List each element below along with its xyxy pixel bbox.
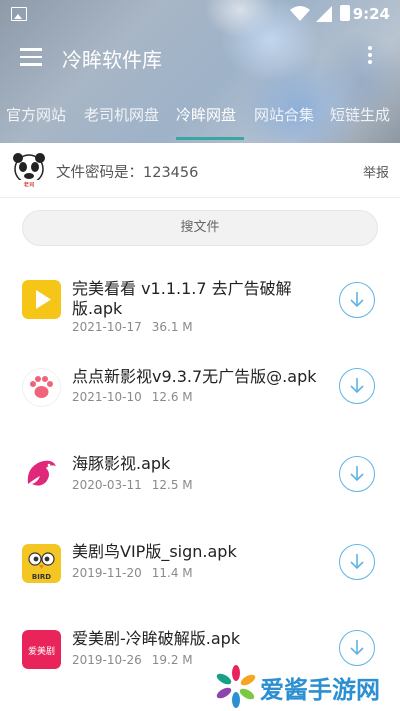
download-button[interactable] (339, 544, 375, 580)
download-arrow-icon (350, 554, 364, 570)
image-notification-icon (11, 7, 27, 21)
file-size: 11.4 M (151, 566, 193, 580)
file-name: 海豚影视.apk (72, 454, 171, 473)
wifi-icon (290, 6, 310, 21)
file-name: 爱美剧-冷眸破解版.apk (72, 629, 241, 648)
active-tab-indicator (176, 137, 244, 140)
file-date: 2019-11-20 (72, 566, 142, 580)
download-arrow-icon (350, 292, 364, 308)
file-meta: 2020-03-11 12.5 M (72, 478, 203, 492)
status-bar: 9:24 (0, 0, 400, 28)
file-name: 美剧鸟VIP版_sign.apk (72, 542, 237, 561)
file-item[interactable]: 完美看看 v1.1.1.7 去广告破解版.apk 2021-10-17 36.1 … (0, 266, 400, 352)
file-item[interactable]: 点点新影视v9.3.7无广告版@.apk 2021-10-10 12.6 M (0, 352, 400, 438)
signal-icon (316, 6, 332, 22)
file-meta: 2019-11-20 11.4 M (72, 566, 203, 580)
tab-short-link[interactable]: 短链生成 (330, 104, 390, 125)
battery-icon (340, 5, 350, 21)
paw-icon (22, 368, 61, 407)
download-arrow-icon (350, 640, 364, 656)
download-arrow-icon (350, 466, 364, 482)
bird-icon: BIRD (22, 544, 61, 583)
svg-text:老司: 老司 (23, 181, 34, 189)
tab-lengmou-netdisk[interactable]: 冷眸网盘 (176, 104, 236, 125)
file-item[interactable]: BIRD 美剧鸟VIP版_sign.apk 2019-11-20 11.4 M (0, 524, 400, 610)
file-name: 完美看看 v1.1.1.7 去广告破解版.apk (72, 279, 292, 318)
app-title: 冷眸软件库 (62, 48, 162, 72)
download-button[interactable] (339, 368, 375, 404)
flower-logo-icon (216, 665, 256, 708)
panda-avatar: 老司 (13, 153, 45, 189)
site-watermark: 爱酱手游网 (210, 660, 400, 711)
file-size: 12.5 M (151, 478, 193, 492)
file-size: 36.1 M (151, 320, 193, 334)
tab-site-collection[interactable]: 网站合集 (254, 104, 314, 125)
toolbar: 冷眸软件库 (0, 30, 400, 86)
file-size: 12.6 M (151, 390, 193, 404)
header-banner: 9:24 冷眸软件库 官方网站 老司机网盘 冷眸网盘 网站合集 短链生成 (0, 0, 400, 143)
aimeiju-icon: 爱美剧 (22, 630, 61, 669)
password-bar: 老司 文件密码是：123456 举报 (0, 143, 400, 198)
file-meta: 2019-10-26 19.2 M (72, 653, 203, 667)
download-button[interactable] (339, 282, 375, 318)
watermark-text: 爱酱手游网 (260, 676, 380, 704)
dolphin-icon (27, 460, 56, 486)
file-item[interactable]: 海豚影视.apk 2020-03-11 12.5 M (0, 438, 400, 524)
more-options-icon[interactable] (360, 46, 380, 70)
svg-text:BIRD: BIRD (32, 573, 51, 581)
file-date: 2019-10-26 (72, 653, 142, 667)
file-date: 2020-03-11 (72, 478, 142, 492)
file-date: 2021-10-10 (72, 390, 142, 404)
file-meta: 2021-10-10 12.6 M (72, 390, 203, 404)
download-arrow-icon (350, 378, 364, 394)
file-date: 2021-10-17 (72, 320, 142, 334)
tab-bar: 官方网站 老司机网盘 冷眸网盘 网站合集 短链生成 (0, 98, 400, 140)
aimeiju-icon-text: 爱美剧 (28, 645, 55, 657)
file-name: 点点新影视v9.3.7无广告版@.apk (72, 367, 317, 386)
tab-official-site[interactable]: 官方网站 (6, 104, 66, 125)
tab-laosiji-netdisk[interactable]: 老司机网盘 (84, 104, 159, 125)
file-size: 19.2 M (151, 653, 193, 667)
file-meta: 2021-10-17 36.1 M (72, 320, 203, 334)
menu-icon[interactable] (20, 48, 42, 66)
report-button[interactable]: 举报 (363, 162, 389, 181)
play-icon (22, 280, 61, 319)
status-time: 9:24 (352, 5, 390, 23)
search-bar[interactable]: 搜文件 (22, 210, 378, 246)
download-button[interactable] (339, 456, 375, 492)
file-password-text: 文件密码是：123456 (56, 165, 199, 181)
